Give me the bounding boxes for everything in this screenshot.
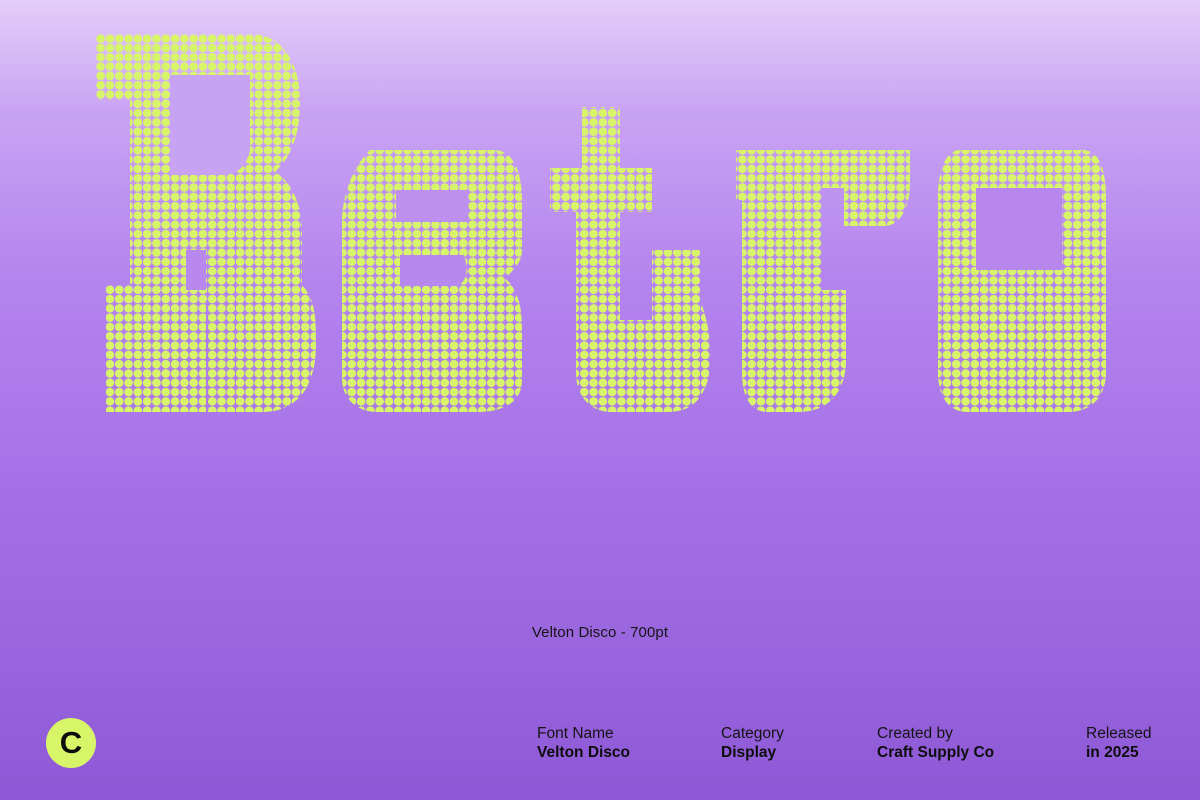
meta-released: Released in 2025 bbox=[1086, 724, 1152, 762]
meta-released-value: in 2025 bbox=[1086, 744, 1139, 761]
meta-category-label: Category bbox=[721, 725, 784, 742]
letter-t bbox=[550, 107, 711, 412]
meta-created-by: Created by Craft Supply Co bbox=[877, 724, 994, 762]
meta-created-by-value: Craft Supply Co bbox=[877, 744, 995, 761]
retro-dotted-specimen bbox=[96, 34, 1106, 412]
meta-font-name: Font Name Velton Disco bbox=[537, 724, 630, 762]
meta-font-name-label: Font Name bbox=[537, 725, 614, 742]
meta-category-value: Display bbox=[721, 744, 777, 761]
letter-e-counter-lower bbox=[400, 255, 467, 286]
letter-r-lower bbox=[736, 150, 910, 412]
meta-font-name-value: Velton Disco bbox=[537, 744, 631, 761]
meta-released-label: Released bbox=[1086, 725, 1152, 742]
craft-supply-logo-icon: C bbox=[46, 718, 96, 768]
letter-e-counter bbox=[396, 190, 468, 222]
letter-r-notch bbox=[186, 250, 206, 290]
specimen-caption: Velton Disco - 700pt bbox=[531, 624, 669, 641]
letter-o-counter bbox=[976, 188, 1062, 270]
meta-created-by-label: Created by bbox=[877, 725, 953, 742]
logo-letter: C bbox=[59, 725, 83, 760]
letter-r-counter bbox=[170, 75, 250, 175]
meta-category: Category Display bbox=[721, 724, 784, 762]
